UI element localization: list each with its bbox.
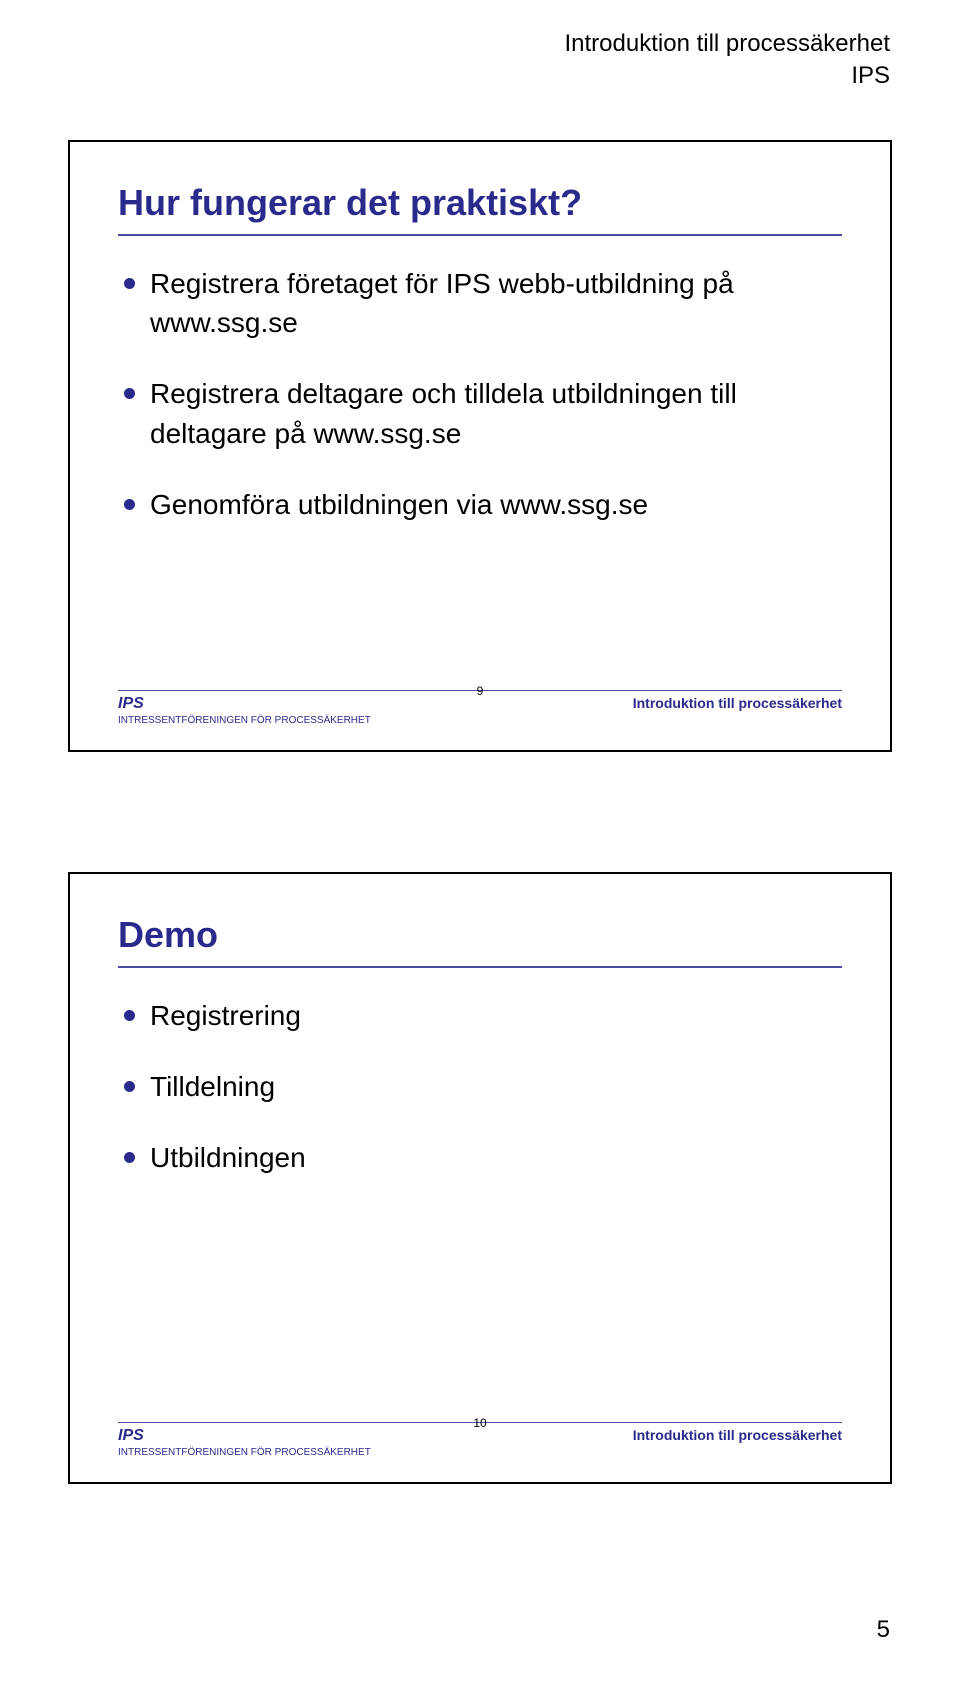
slides-container: Hur fungerar det praktiskt? Registrera f… [68, 140, 892, 1604]
slide-footer: IPS Introduktion till processäkerhet 10 … [118, 1422, 842, 1458]
slide-2: Demo Registrering Tilldelning Utbildning… [68, 872, 892, 1484]
slide-1: Hur fungerar det praktiskt? Registrera f… [68, 140, 892, 752]
slide-footer: IPS Introduktion till processäkerhet 9 I… [118, 690, 842, 726]
slide-bullets: Registrera företaget för IPS webb-utbild… [118, 264, 842, 524]
bullet-item: Tilldelning [118, 1067, 842, 1106]
slide-bullets: Registrering Tilldelning Utbildningen [118, 996, 842, 1178]
document-page: Introduktion till processäkerhet IPS Hur… [0, 0, 960, 1684]
title-rule [118, 234, 842, 236]
page-number: 5 [877, 1616, 890, 1644]
title-rule [118, 966, 842, 968]
bullet-item: Utbildningen [118, 1138, 842, 1177]
header-line-2: IPS [565, 60, 891, 92]
page-header: Introduktion till processäkerhet IPS [565, 28, 891, 93]
slide-number: 10 [473, 1416, 486, 1430]
bullet-item: Genomföra utbildningen via www.ssg.se [118, 485, 842, 524]
footer-brand: IPS [118, 695, 144, 713]
footer-title: Introduktion till processäkerhet [633, 695, 842, 711]
slide-title: Demo [118, 914, 842, 956]
footer-subtitle: INTRESSENTFÖRENINGEN FÖR PROCESSÄKERHET [118, 1447, 842, 1458]
slide-number: 9 [477, 684, 484, 698]
bullet-item: Registrera deltagare och tilldela utbild… [118, 374, 842, 452]
footer-title: Introduktion till processäkerhet [633, 1427, 842, 1443]
slide-title: Hur fungerar det praktiskt? [118, 182, 842, 224]
bullet-item: Registrering [118, 996, 842, 1035]
header-line-1: Introduktion till processäkerhet [565, 28, 891, 60]
bullet-item: Registrera företaget för IPS webb-utbild… [118, 264, 842, 342]
footer-subtitle: INTRESSENTFÖRENINGEN FÖR PROCESSÄKERHET [118, 715, 842, 726]
footer-brand: IPS [118, 1427, 144, 1445]
